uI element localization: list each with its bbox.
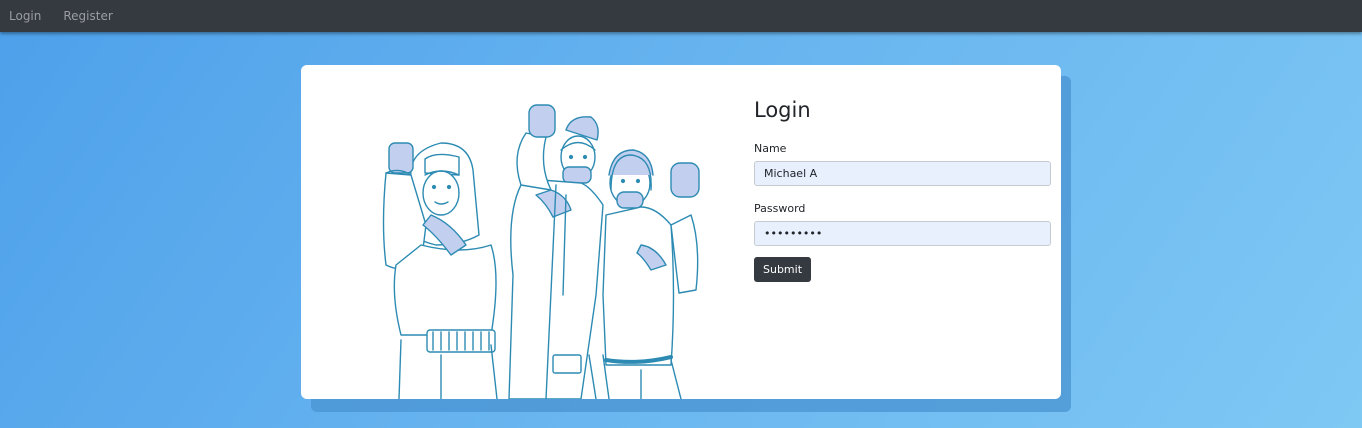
login-card: Login Name Password Submit [301,65,1061,399]
password-input[interactable] [754,221,1051,246]
submit-button[interactable]: Submit [754,257,812,282]
password-label: Password [754,202,806,215]
login-title: Login [754,98,811,122]
nav-register-link[interactable]: Register [63,9,112,23]
healthcare-workers-illustration [382,104,700,399]
login-form: Login Name Password Submit [754,97,1051,282]
name-input[interactable] [754,161,1051,186]
name-label: Name [754,142,787,155]
nav-login-link[interactable]: Login [9,9,41,23]
top-navbar: Login Register [0,0,1362,32]
